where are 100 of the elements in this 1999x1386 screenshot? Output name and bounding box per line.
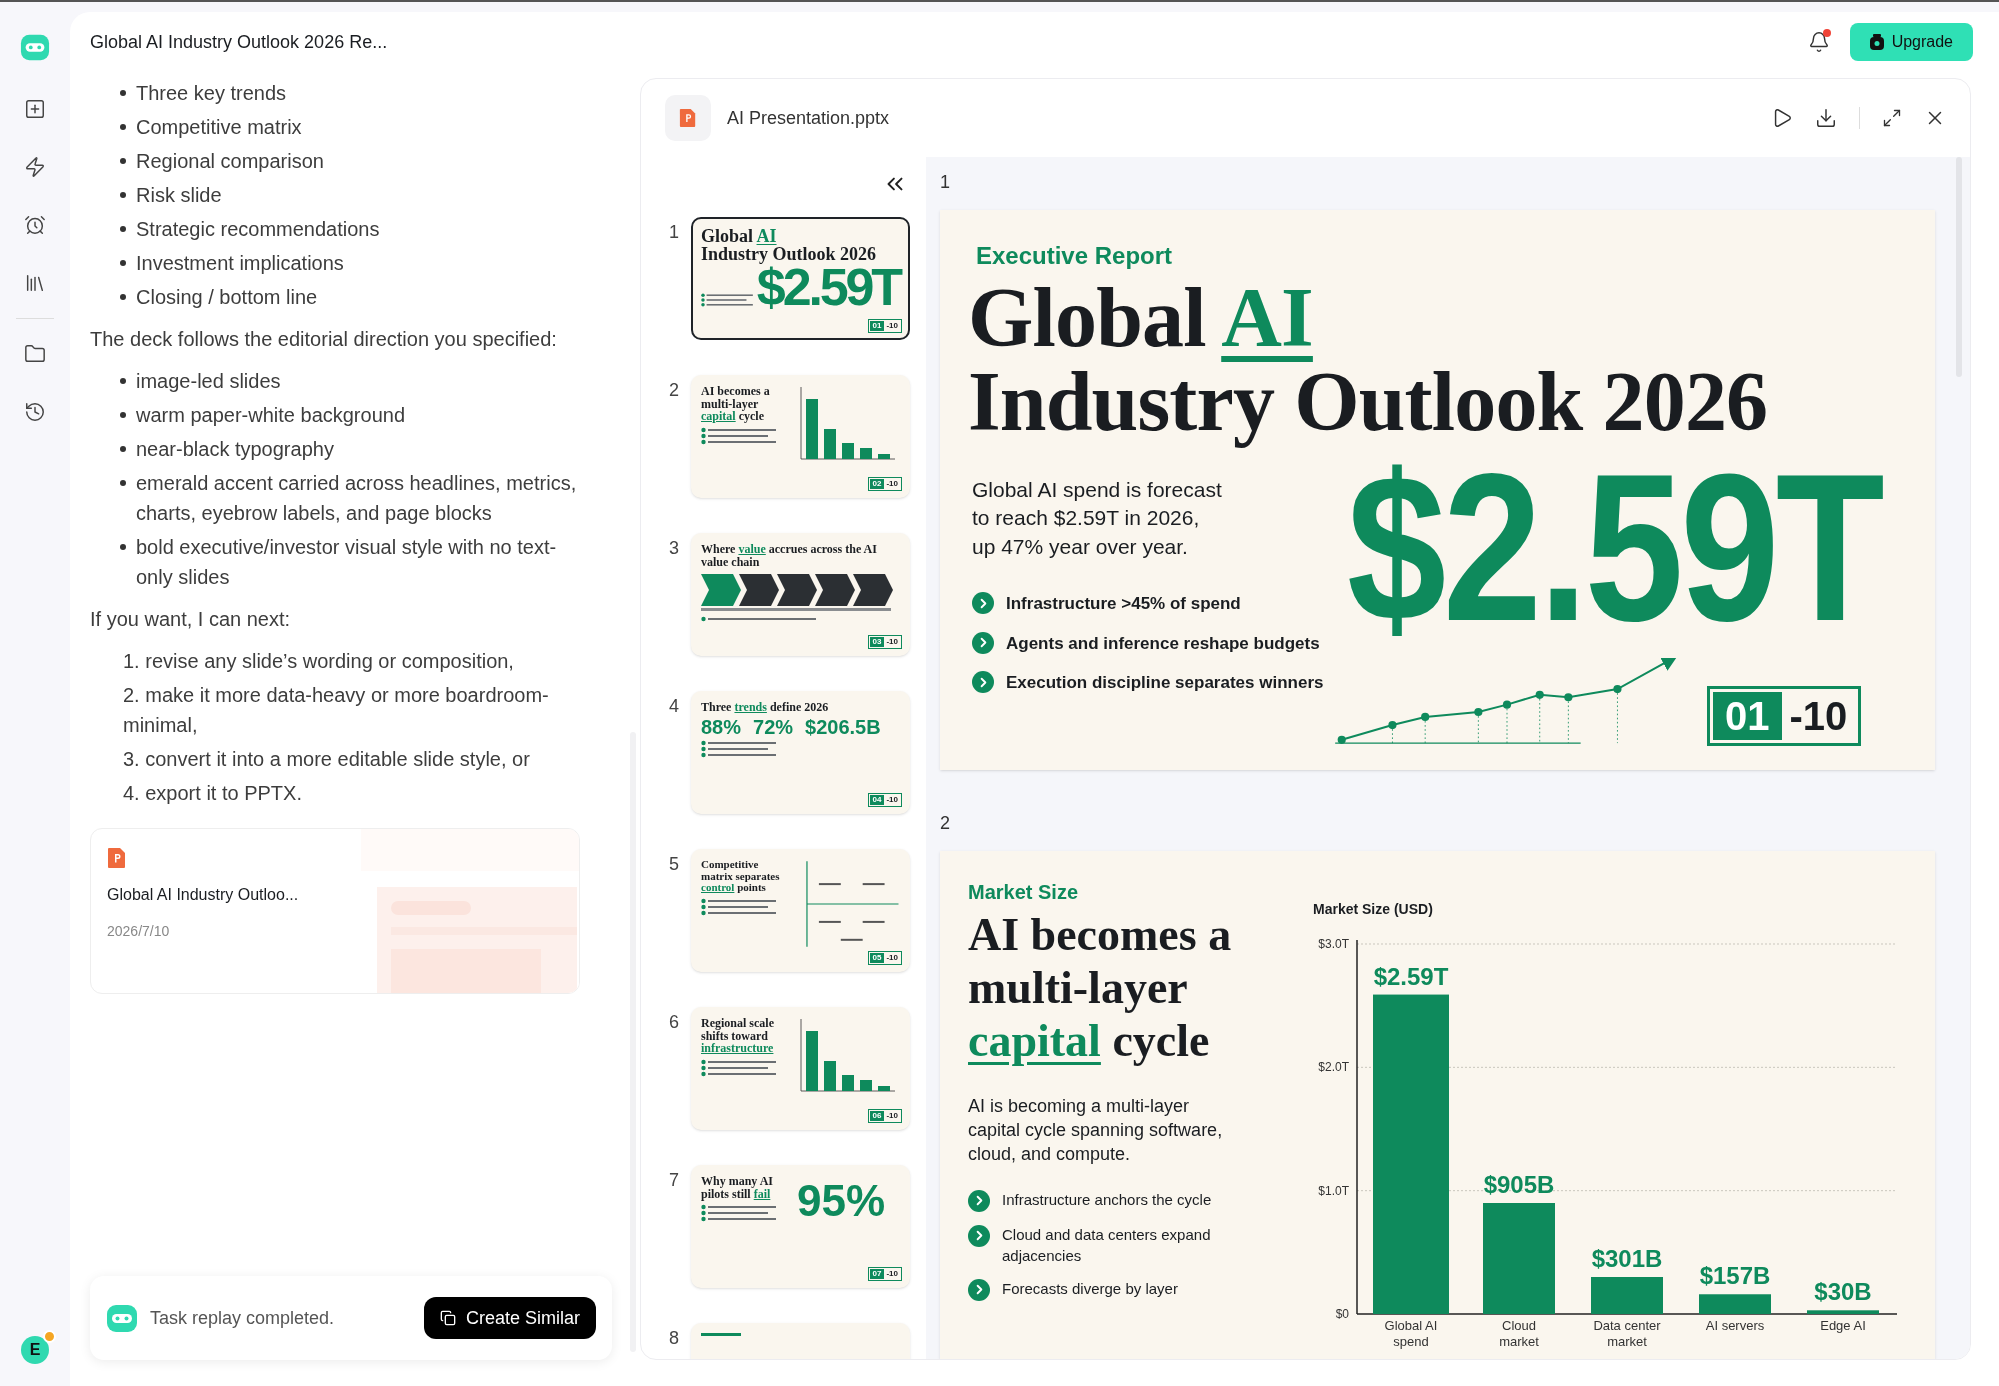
slide-number: 1 xyxy=(669,221,679,244)
list-item: 1. revise any slide’s wording or composition, xyxy=(123,649,515,674)
list-item: 2. make it more data-heavy or more boardroom-minimal, xyxy=(123,683,550,738)
category-label: AI servers xyxy=(1704,1318,1766,1335)
slide-thumbnail[interactable]: Why many AI pilots still fail 95% 07 -10 xyxy=(691,1165,910,1288)
category-label: Edge AI xyxy=(1819,1318,1867,1335)
slide-thumbnail[interactable]: Competitive matrix separates control points 05 -10 xyxy=(691,849,910,972)
slide-summary: AI is becoming a multi-layer capital cycle spanning software, cloud, and compute. xyxy=(968,1094,1224,1167)
list-item: Strategic recommendations xyxy=(136,217,380,242)
slide-thumbnail[interactable]: Regional scale shifts toward infrastructure 06 -10 xyxy=(691,1007,910,1130)
list-item: image-led slides xyxy=(136,369,281,394)
list-item: Regional comparison xyxy=(136,149,324,174)
eyebrow-label: Executive Report xyxy=(976,241,1174,271)
list-item: warm paper-white background xyxy=(136,403,406,428)
list-item: near-black typography xyxy=(136,437,334,462)
chevron-bullet-icon xyxy=(972,671,994,694)
create-similar-button[interactable]: Create Similar xyxy=(423,1297,596,1339)
list-item: Competitive matrix xyxy=(136,115,302,140)
slide-title: Why many AI pilots still fail xyxy=(701,1175,775,1201)
value-label: $301B xyxy=(1591,1245,1663,1272)
chart-title: Market Size (USD) xyxy=(1313,900,1434,919)
slide-number: 1 xyxy=(940,171,951,194)
page-badge: 04 -10 xyxy=(867,793,902,807)
page-badge: 03 -10 xyxy=(867,635,902,649)
status-text: Task replay completed. xyxy=(150,1306,335,1330)
eyebrow-label: Market Size xyxy=(968,880,1080,905)
slide-thumbnail[interactable]: Global AI Industry Outlook 2026 $2.59T 01 -10 xyxy=(691,217,910,340)
slide-summary: Global AI spend is forecast to reach $2.59T in 2026, up 47% year over year. xyxy=(972,477,1223,560)
chevron-bullet-icon xyxy=(972,631,994,654)
bar xyxy=(1807,1310,1879,1314)
axis-tick-label: $1.0T xyxy=(1318,1183,1349,1198)
upgrade-button[interactable]: Upgrade xyxy=(1849,23,1973,61)
slide-title: Where value accrues across the AI value chain xyxy=(701,543,878,569)
page-badge: 01 -10 xyxy=(1707,686,1862,746)
file-card[interactable]: Global AI Industry Outloo... 2026/7/10 xyxy=(90,828,580,994)
key-point: Execution discipline separates winners xyxy=(1006,672,1324,695)
category-label: Global AI spend xyxy=(1383,1318,1439,1350)
slide-number: 5 xyxy=(669,853,679,876)
presentation-file-icon xyxy=(679,108,697,128)
slide-number: 2 xyxy=(669,379,679,402)
list-item: Three key trends xyxy=(136,81,287,106)
slide-number: 3 xyxy=(669,537,679,560)
value-label: $157B xyxy=(1699,1262,1771,1290)
user-avatar[interactable]: E xyxy=(21,1336,49,1364)
list-item: 3. convert it into a more editable slide style, or xyxy=(123,747,531,772)
slide-number: 7 xyxy=(669,1169,679,1192)
list-item: Risk slide xyxy=(136,183,222,208)
category-label: Cloud market xyxy=(1498,1318,1540,1350)
page-badge: 01 -10 xyxy=(867,319,902,333)
page-badge: 02 -10 xyxy=(867,477,902,491)
axis-tick-label: $3.0T xyxy=(1318,937,1349,951)
copy-icon xyxy=(439,1310,456,1326)
slide-title: Global AI Industry Outlook 2026 xyxy=(701,227,878,263)
fullscreen-icon[interactable] xyxy=(1882,108,1902,128)
stat-number: $2.59T xyxy=(756,265,900,310)
stat-number: 72% xyxy=(753,716,794,737)
presentation-file-icon xyxy=(107,847,127,869)
jar-icon xyxy=(1869,34,1884,50)
chevron-bullet-icon xyxy=(968,1278,990,1301)
stat-number: 88% xyxy=(701,716,742,737)
download-icon[interactable] xyxy=(1815,107,1837,129)
slide-title: Three trends define 2026 xyxy=(701,701,830,714)
slide-title: Competitive matrix separates control points xyxy=(701,859,781,894)
value-label: $905B xyxy=(1483,1171,1555,1198)
history-icon[interactable] xyxy=(24,401,46,423)
key-point: Infrastructure >45% of spend xyxy=(1006,593,1241,616)
alarm-clock-icon[interactable] xyxy=(24,214,46,236)
slide-thumbnail[interactable]: Where value accrues across the AI value chain 03 -10 xyxy=(691,533,910,656)
page-badge: 07 -10 xyxy=(867,1267,902,1281)
file-date: 2026/7/10 xyxy=(107,922,171,941)
list-item: Closing / bottom line xyxy=(136,285,318,310)
slide-number: 8 xyxy=(669,1327,679,1350)
logo-icon xyxy=(20,32,50,62)
list-item: Investment implications xyxy=(136,251,344,276)
page-badge: 05 -10 xyxy=(867,951,902,965)
slide-thumbnail[interactable]: Three trends define 2026 88% 72% $206.5B 04 -10 xyxy=(691,691,910,814)
new-task-icon[interactable] xyxy=(24,98,46,120)
stat-number: $2.59T xyxy=(1347,438,1882,659)
lightning-icon[interactable] xyxy=(24,156,46,178)
slide-title: AI becomes a multi-layer capital cycle xyxy=(701,385,771,423)
slide-number: 4 xyxy=(669,695,679,718)
file-name: AI Presentation.pptx xyxy=(727,106,890,130)
notification-icon[interactable] xyxy=(1807,31,1830,53)
task-title: Global AI Industry Outlook 2026 Re... xyxy=(90,30,388,54)
logo-icon xyxy=(106,1302,138,1334)
chevron-bullet-icon xyxy=(972,592,994,615)
bar xyxy=(1699,1294,1771,1314)
axis-tick-label: $2.0T xyxy=(1318,1060,1349,1075)
slide-number: 2 xyxy=(940,812,951,835)
bar xyxy=(1591,1277,1663,1314)
key-point: Forecasts diverge by layer xyxy=(1002,1278,1178,1299)
library-icon[interactable] xyxy=(24,272,46,294)
value-label: $30B xyxy=(1814,1278,1872,1306)
folder-icon[interactable] xyxy=(24,343,46,365)
key-point: Infrastructure anchors the cycle xyxy=(1002,1189,1212,1210)
file-name: Global AI Industry Outloo... xyxy=(107,885,300,905)
slide-thumbnail[interactable]: AI becomes a multi-layer capital cycle 02 -10 xyxy=(691,375,910,498)
badge-icon xyxy=(43,1330,56,1343)
list-item: bold executive/investor visual style with no text-only slides xyxy=(136,535,558,590)
message-paragraph: The deck follows the editorial direction you specified: xyxy=(90,327,558,352)
